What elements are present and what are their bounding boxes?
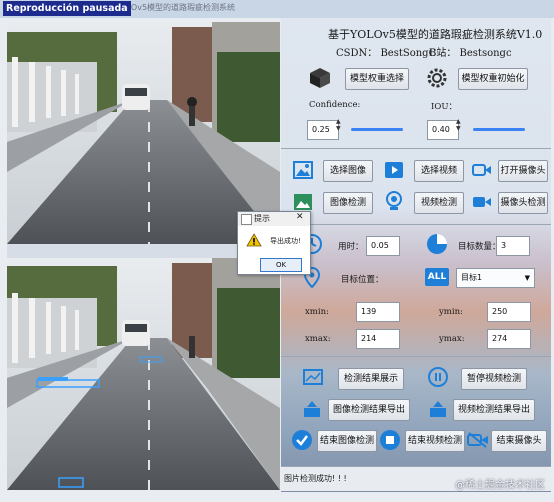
- show-result-button[interactable]: 检测结果展示: [338, 368, 404, 390]
- ymin-label: ymin:: [439, 307, 463, 317]
- iou-stepper[interactable]: ▲ ▼: [456, 118, 461, 132]
- warning-icon: [246, 233, 262, 247]
- export-icon: [430, 401, 446, 417]
- dialog-title: 提示: [254, 214, 270, 223]
- stop-circle-icon: [380, 430, 400, 450]
- divider: [281, 356, 551, 357]
- video-detect-button[interactable]: 视频检测: [414, 192, 464, 214]
- select-image-button[interactable]: 选择图像: [323, 160, 373, 182]
- time-value-field: 0.05: [366, 236, 400, 256]
- check-circle-icon: [292, 430, 312, 450]
- end-camera-button[interactable]: 结束摄像头: [491, 430, 547, 452]
- xmax-field: 214: [356, 329, 400, 349]
- time-label: 用时：: [338, 242, 364, 252]
- ymax-label: ymax:: [439, 334, 465, 344]
- target-position-label: 目标位置：: [341, 275, 384, 285]
- chevron-down-icon: ▼: [524, 274, 530, 282]
- confidence-spinbox[interactable]: 0.25: [307, 120, 339, 140]
- all-targets-icon: ALL: [425, 268, 449, 286]
- confidence-slider[interactable]: [351, 128, 403, 131]
- bilibili-label: B站： Bestsongc: [429, 48, 512, 59]
- export-image-result-button[interactable]: 图像检测结果导出: [328, 399, 410, 421]
- confidence-label: Confidence:: [309, 100, 361, 110]
- camera-detect-button[interactable]: 摄像头检测: [498, 192, 548, 214]
- csdn-label: CSDN： BestSongC: [336, 48, 437, 59]
- webcam-icon: [386, 191, 402, 210]
- window-titlebar: 基于YOLOv5模型的道路瑕疵检测系统 Reproducción pausada: [0, 0, 554, 18]
- close-icon[interactable]: ✕: [296, 212, 304, 222]
- image-detect-button[interactable]: 图像检测: [323, 192, 373, 214]
- dialog-titlebar: 提示 ✕: [238, 212, 310, 226]
- image-icon: [293, 161, 313, 179]
- target-count-field: 3: [496, 236, 530, 256]
- cube-icon: [310, 68, 330, 88]
- image-detect-icon: [294, 194, 312, 210]
- message-dialog: 提示 ✕ 导出成功! OK: [237, 211, 311, 275]
- model-weight-init-button[interactable]: 模型权重初始化: [458, 68, 528, 90]
- dialog-message: 导出成功!: [270, 237, 301, 245]
- camera-detect-icon: [473, 197, 491, 207]
- iou-spinbox[interactable]: 0.40: [427, 120, 459, 140]
- divider: [281, 148, 551, 149]
- ymax-field: 274: [487, 329, 531, 349]
- xmin-label: xmin:: [305, 307, 329, 317]
- export-video-result-button[interactable]: 视频检测结果导出: [453, 399, 535, 421]
- iou-label: IOU：: [431, 102, 457, 112]
- target-count-label: 目标数量：: [458, 242, 501, 252]
- xmax-label: xmax:: [305, 334, 331, 344]
- playback-paused-badge: Reproducción pausada: [3, 1, 131, 16]
- watermark: @稀土掘金技术社区: [455, 480, 545, 491]
- pause-icon: [428, 367, 448, 387]
- pause-video-button[interactable]: 暂停视频检测: [461, 368, 527, 390]
- dialog-ok-button[interactable]: OK: [260, 258, 302, 272]
- end-video-detect-button[interactable]: 结束视频检测: [405, 430, 465, 452]
- export-icon: [304, 401, 320, 417]
- select-video-button[interactable]: 选择视频: [414, 160, 464, 182]
- target-select-value: 目标1: [461, 273, 483, 282]
- app-header-title: 基于YOLOv5模型的道路瑕疵检测系统V1.0: [328, 28, 543, 41]
- camera-off-icon: [467, 432, 488, 448]
- pie-chart-icon: [427, 234, 447, 254]
- control-panel: 基于YOLOv5模型的道路瑕疵检测系统V1.0 CSDN： BestSongC …: [281, 18, 551, 492]
- confidence-stepper[interactable]: ▲ ▼: [336, 118, 341, 132]
- camera-icon: [472, 164, 491, 176]
- app-icon: [241, 214, 252, 225]
- divider: [281, 224, 551, 225]
- chart-monitor-icon: [303, 369, 323, 385]
- app-window: 基于YOLOv5模型的道路瑕疵检测系统 Reproducción pausada: [0, 0, 554, 502]
- ymin-field: 250: [487, 302, 531, 322]
- iou-slider[interactable]: [473, 128, 525, 131]
- target-select-dropdown[interactable]: 目标1 ▼: [456, 268, 535, 288]
- end-image-detect-button[interactable]: 结束图像检测: [317, 430, 377, 452]
- gear-icon: [427, 68, 447, 88]
- detection-result-view: [7, 258, 280, 490]
- xmin-field: 139: [356, 302, 400, 322]
- video-file-icon: [385, 162, 403, 178]
- status-text: 图片检测成功! ! !: [284, 474, 347, 483]
- model-weight-select-button[interactable]: 模型权重选择: [345, 68, 409, 90]
- open-camera-button[interactable]: 打开摄像头: [498, 160, 548, 182]
